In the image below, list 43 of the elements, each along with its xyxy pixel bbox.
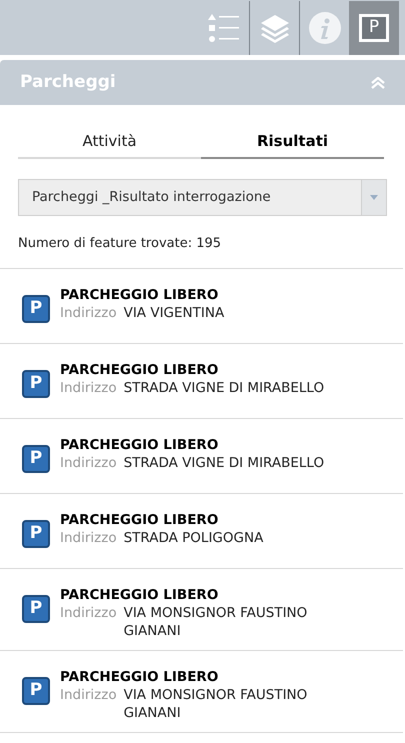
result-title: PARCHEGGIO LIBERO [60,436,220,454]
field-value: STRADA VIGNE DI MIRABELLO [124,378,326,396]
result-item[interactable]: P PARCHEGGIO LIBERO Indirizzo VIA MONSIGNOR FAUSTINO GIANANI [0,568,403,650]
result-item[interactable]: P PARCHEGGIO LIBERO Indirizzo STRADA VIGNE DI MIRABELLO [0,418,403,494]
toolbar-button[interactable]: P [349,0,399,54]
result-title: PARCHEGGIO LIBERO [60,668,220,686]
field-label: Indirizzo [60,528,117,546]
field-label: Indirizzo [60,454,117,472]
dropdown-arrow-icon [370,195,378,200]
result-title: PARCHEGGIO LIBERO [60,360,220,378]
layer-dropdown[interactable]: Parcheggi _Risultato interrogazione [18,179,387,216]
field-value: VIA MONSIGNOR FAUSTINO GIANANI [124,604,308,640]
tab[interactable]: Attività [18,125,201,159]
field-label: Indirizzo [60,604,117,622]
legend-list-icon [208,12,240,42]
result-title: PARCHEGGIO LIBERO [60,586,220,604]
info-icon [308,12,340,44]
parking-sign-icon: P [22,294,50,322]
result-item[interactable]: P PARCHEGGIO LIBERO Indirizzo STRADA POLIGOGNA [0,494,403,568]
dropdown-value: Parcheggi _Risultato interrogazione [31,188,272,208]
parking-icon: P [359,14,389,42]
layers-icon [260,12,290,42]
parking-sign-icon: P [22,520,50,548]
field-label: Indirizzo [60,304,117,322]
parking-sign-icon: P [22,676,50,704]
result-title: PARCHEGGIO LIBERO [60,286,220,304]
field-value: STRADA VIGNE DI MIRABELLO [124,454,326,472]
result-item[interactable]: P PARCHEGGIO LIBERO Indirizzo VIA MONSIGNOR FAUSTINO GIANANI [0,650,403,732]
parking-sign-icon: P [22,444,50,472]
field-value: STRADA POLIGOGNA [124,528,264,546]
field-label: Indirizzo [60,378,117,396]
field-value: VIA VIGENTINA [124,304,226,322]
tab[interactable]: Risultati [201,125,384,159]
parking-sign-icon: P [22,370,50,398]
feature-count: Numero di feature trovate: 195 [18,235,222,253]
field-value: VIA MONSIGNOR FAUSTINO GIANANI [124,686,308,722]
parking-sign-icon: P [22,594,50,622]
field-label: Indirizzo [60,686,117,704]
collapse-chevrons-icon[interactable] [371,76,385,88]
result-title: PARCHEGGIO LIBERO [60,510,220,528]
result-item[interactable]: P PARCHEGGIO LIBERO Indirizzo STRADA VIGNE DI MIRABELLO [0,344,403,418]
result-item[interactable]: P PARCHEGGIO LIBERO Indirizzo VIA VIGENTINA [0,268,403,344]
panel-title: Parcheggi [20,70,116,94]
